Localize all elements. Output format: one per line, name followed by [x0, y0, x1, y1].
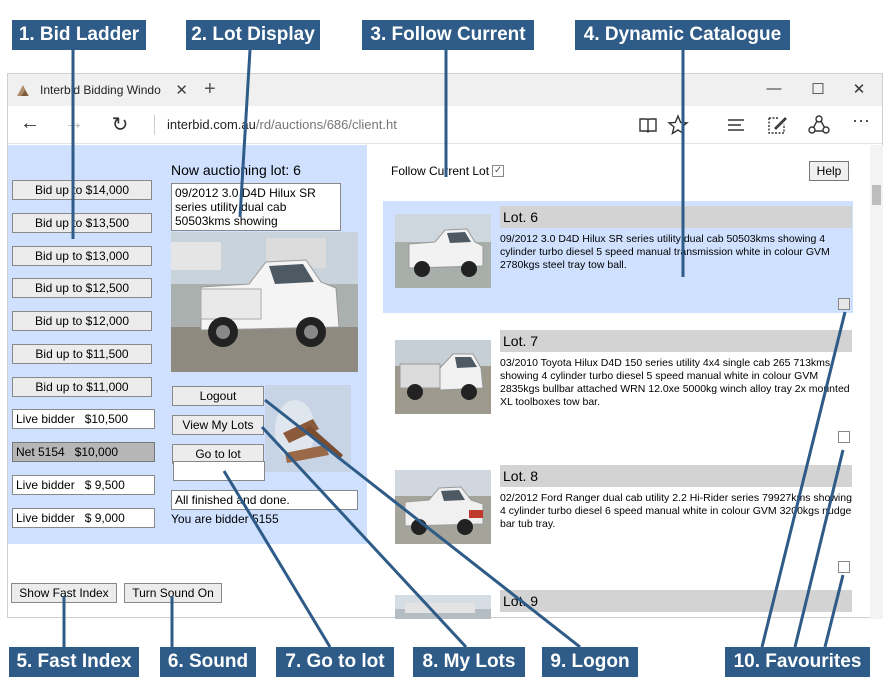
turn-sound-on-button[interactable]: Turn Sound On [124, 583, 222, 603]
share-icon[interactable] [808, 114, 830, 136]
callout-sound: 6. Sound [160, 647, 256, 677]
lot-title: Lot. 7 [500, 330, 852, 352]
new-tab-icon[interactable]: + [204, 78, 216, 101]
current-lot-description: 09/2012 3.0 D4D Hilux SR series utility … [171, 183, 341, 231]
bid-history-entry: Live bidder $10,500 [12, 409, 155, 429]
lot-thumbnail [395, 214, 491, 288]
bidding-panel: Bid up to $14,000 Bid up to $13,500 Bid … [8, 145, 367, 544]
dynamic-catalogue: Follow Current Lot ✓ Help Lot. 6 09/2012… [383, 145, 868, 619]
show-fast-index-button[interactable]: Show Fast Index [11, 583, 117, 603]
interbid-favicon-icon [17, 85, 29, 96]
lot-thumbnail [395, 595, 491, 619]
catalogue-lot-card[interactable]: Lot. 8 02/2012 Ford Ranger dual cab util… [383, 460, 853, 573]
window-close-icon[interactable]: ✕ [844, 80, 874, 98]
bid-button-13500[interactable]: Bid up to $13,500 [12, 213, 152, 233]
more-options-icon[interactable]: ··· [847, 110, 875, 131]
lot-title: Lot. 6 [500, 206, 852, 228]
url-path: /rd/auctions/686/client.ht [255, 117, 397, 132]
favorite-star-icon[interactable] [667, 114, 689, 136]
callout-lot-display: 2. Lot Display [186, 20, 320, 50]
lot-title: Lot. 9 [500, 590, 852, 612]
follow-current-lot[interactable]: Follow Current Lot ✓ [391, 164, 505, 178]
maximize-icon[interactable]: ☐ [803, 80, 833, 98]
auction-status-box: All finished and done. [171, 490, 358, 510]
bid-button-11000[interactable]: Bid up to $11,000 [12, 377, 152, 397]
web-note-icon[interactable] [766, 114, 788, 136]
bid-history-entry: Live bidder $ 9,000 [12, 508, 155, 528]
view-my-lots-button[interactable]: View My Lots [172, 415, 264, 435]
page-content: Bid up to $14,000 Bid up to $13,500 Bid … [8, 145, 883, 619]
address-bar[interactable]: interbid.com.au/rd/auctions/686/client.h… [154, 115, 397, 135]
follow-current-lot-checkbox[interactable]: ✓ [492, 165, 505, 177]
callout-dynamic-catalogue: 4. Dynamic Catalogue [575, 20, 790, 50]
bid-history-entry: Live bidder $ 9,500 [12, 475, 155, 495]
favourite-checkbox[interactable] [838, 561, 850, 573]
callout-favourites: 10. Favourites [725, 647, 870, 677]
bid-button-13000[interactable]: Bid up to $13,000 [12, 246, 152, 266]
tab-title: Interbid Bidding Windo [40, 83, 161, 97]
callout-logon: 9. Logon [542, 647, 638, 677]
go-to-lot-input[interactable] [173, 461, 265, 481]
callout-fast-index: 5. Fast Index [9, 647, 139, 677]
minimize-icon[interactable]: — [759, 80, 789, 97]
scrollbar-thumb[interactable] [872, 185, 881, 205]
navigation-bar: ← → ↻ interbid.com.au/rd/auctions/686/cl… [8, 106, 882, 144]
callout-follow-current: 3. Follow Current [362, 20, 534, 50]
bid-history-entry-net: Net 5154 $10,000 [12, 442, 155, 462]
favourite-checkbox[interactable] [838, 298, 850, 310]
follow-current-lot-label: Follow Current Lot [391, 164, 490, 178]
reading-view-icon[interactable] [637, 114, 659, 136]
bid-button-11500[interactable]: Bid up to $11,500 [12, 344, 152, 364]
hub-menu-icon[interactable] [725, 114, 747, 136]
lot-description: 02/2012 Ford Ranger dual cab utility 2.2… [500, 492, 852, 530]
lot-thumbnail [395, 340, 491, 414]
bid-button-14000[interactable]: Bid up to $14,000 [12, 180, 152, 200]
bid-button-12000[interactable]: Bid up to $12,000 [12, 311, 152, 331]
catalogue-lot-card[interactable]: Lot. 7 03/2010 Toyota Hilux D4D 150 seri… [383, 325, 853, 443]
catalogue-lot-card[interactable]: Lot. 6 09/2012 3.0 D4D Hilux SR series u… [383, 201, 853, 313]
current-lot-photo [171, 232, 358, 372]
back-icon[interactable]: ← [16, 112, 44, 135]
forward-icon[interactable]: → [60, 112, 88, 135]
logout-button[interactable]: Logout [172, 386, 264, 406]
lot-thumbnail [395, 470, 491, 544]
catalogue-lot-card[interactable]: Lot. 9 [383, 585, 853, 619]
lot-title: Lot. 8 [500, 465, 852, 487]
bid-button-12500[interactable]: Bid up to $12,500 [12, 278, 152, 298]
vertical-scrollbar[interactable] [870, 145, 883, 619]
browser-window: Interbid Bidding Windo ✕ + — ☐ ✕ ← → ↻ i… [7, 73, 883, 619]
lot-description: 03/2010 Toyota Hilux D4D 150 series util… [500, 357, 850, 408]
now-auctioning-label: Now auctioning lot: 6 [171, 162, 301, 178]
auction-gavel-icon [265, 385, 351, 472]
lot-description: 09/2012 3.0 D4D Hilux SR series utility … [500, 233, 830, 271]
callout-my-lots: 8. My Lots [413, 647, 525, 677]
bidder-number-label: You are bidder 5155 [171, 512, 279, 526]
callout-go-to-lot: 7. Go to lot [276, 647, 394, 677]
help-button[interactable]: Help [809, 161, 849, 181]
tab-bar: Interbid Bidding Windo ✕ + — ☐ ✕ [8, 74, 882, 106]
callout-bid-ladder: 1. Bid Ladder [12, 20, 146, 50]
browser-tab[interactable]: Interbid Bidding Windo ✕ [8, 74, 194, 106]
favourite-checkbox[interactable] [838, 431, 850, 443]
url-host: interbid.com.au [167, 117, 256, 132]
tab-close-icon[interactable]: ✕ [175, 81, 188, 99]
refresh-icon[interactable]: ↻ [106, 112, 134, 137]
